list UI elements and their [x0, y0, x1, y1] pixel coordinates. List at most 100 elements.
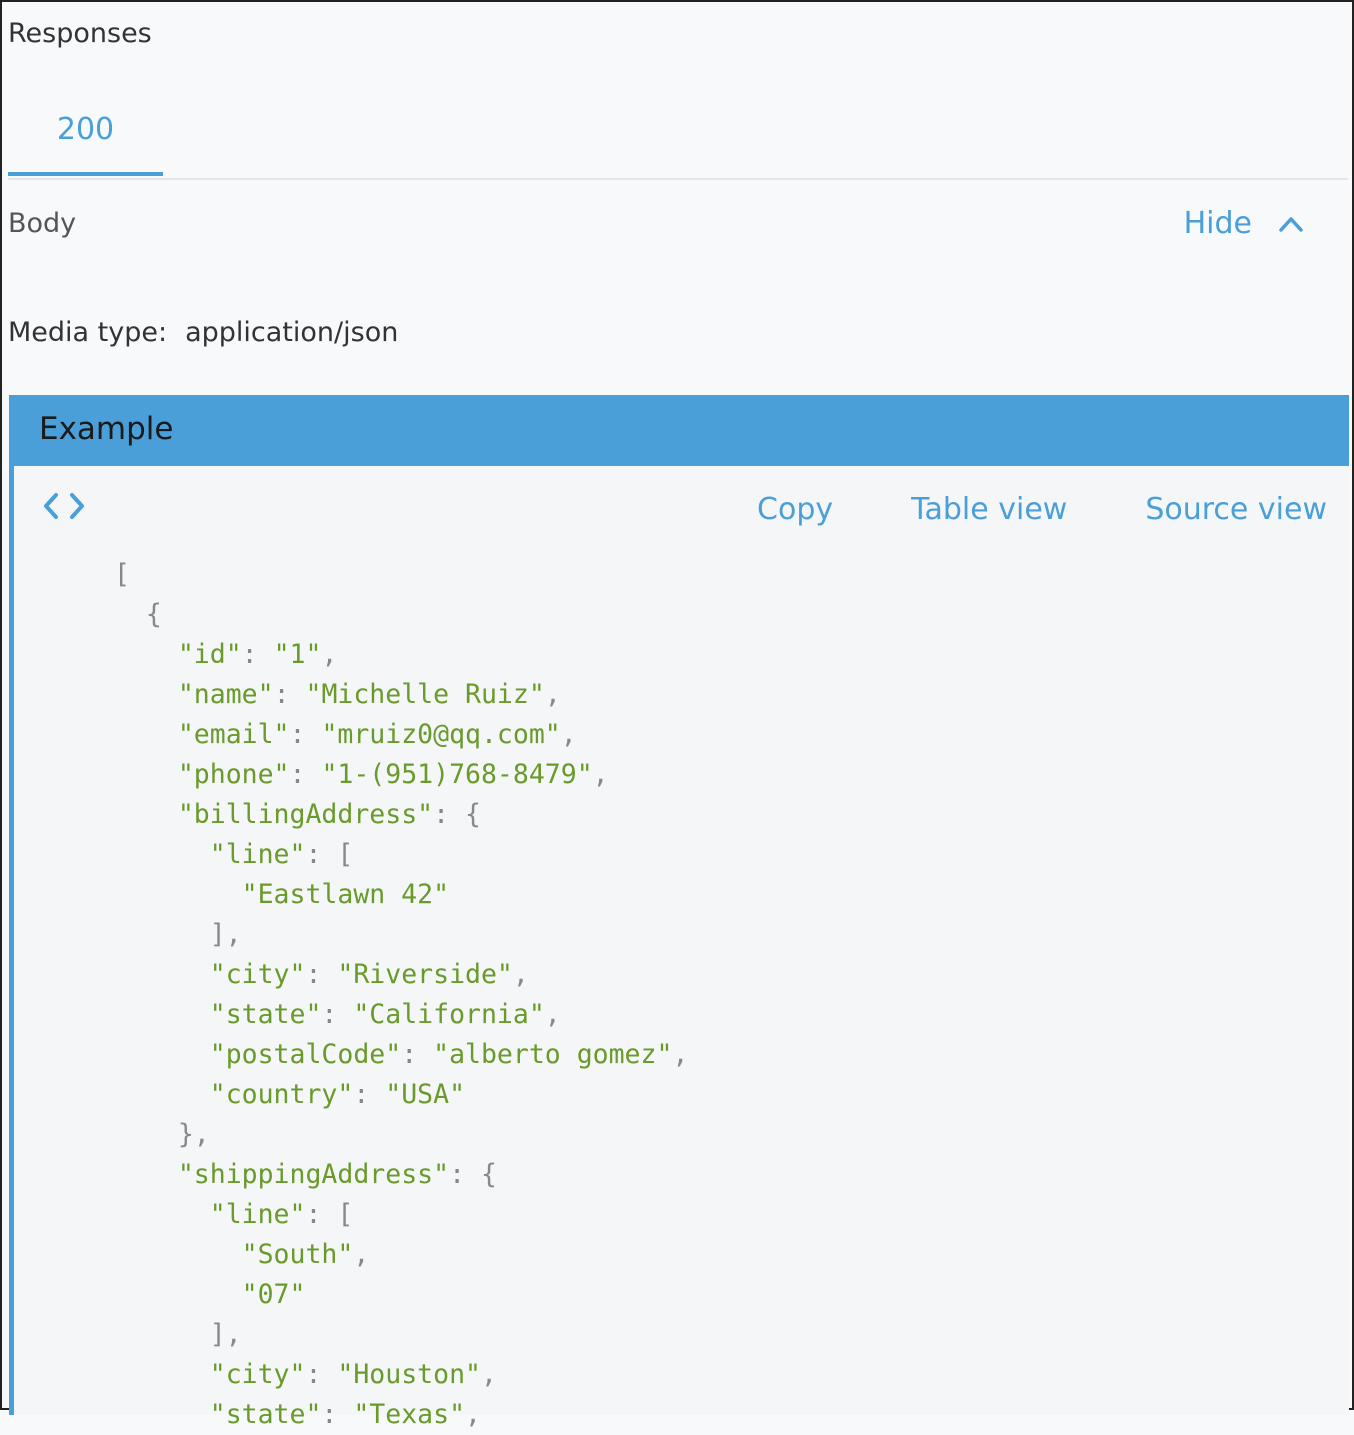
code-line: ],	[114, 1315, 688, 1355]
code-token-str: "mruiz0@qq.com"	[321, 719, 561, 750]
code-token-key: "shippingAddress"	[177, 1159, 450, 1190]
code-token-key: "phone"	[177, 759, 290, 790]
code-token-punc	[114, 1039, 210, 1070]
code-token-str: "Michelle Ruiz"	[305, 679, 545, 710]
code-token-key: "city"	[209, 959, 306, 990]
code-token-str: "Riverside"	[337, 959, 513, 990]
code-token-punc	[114, 1199, 210, 1230]
code-token-punc	[114, 679, 178, 710]
code-line: "postalCode": "alberto gomez",	[114, 1035, 689, 1075]
chevron-up-icon	[1279, 216, 1303, 232]
code-token-str: "Eastlawn 42"	[241, 879, 450, 910]
code-token-punc	[114, 759, 178, 790]
code-line: },	[114, 1115, 688, 1155]
code-token-key: "email"	[177, 719, 290, 750]
code-line: "Eastlawn 42"	[114, 875, 688, 915]
code-token-punc: ,	[592, 759, 609, 790]
code-token-punc: [	[114, 559, 130, 590]
code-line: "country": "USA"	[114, 1075, 688, 1115]
code-line: "07"	[114, 1275, 688, 1315]
code-token-punc: :	[321, 1399, 354, 1430]
code-token-key: "name"	[177, 679, 274, 710]
code-token-punc: ,	[321, 639, 338, 670]
code-line: "email": "mruiz0@qq.com",	[114, 715, 688, 755]
code-token-punc	[114, 799, 178, 830]
code-line: "city": "Riverside",	[114, 955, 688, 995]
code-line: "name": "Michelle Ruiz",	[114, 675, 688, 715]
table-view-button[interactable]: Table view	[911, 492, 1067, 527]
code-token-punc: :	[289, 719, 322, 750]
code-token-punc: ,	[353, 1239, 370, 1270]
code-token-str: "Texas"	[353, 1399, 466, 1430]
code-token-key: "postalCode"	[209, 1039, 402, 1070]
code-line: "line": [	[114, 1195, 688, 1235]
code-token-punc: ],	[114, 1319, 242, 1350]
code-token-punc: :	[353, 1079, 386, 1110]
json-code-block: [ { "id": "1", "name": "Michelle Ruiz", …	[114, 555, 688, 1435]
source-view-button[interactable]: Source view	[1145, 492, 1327, 527]
code-token-punc	[114, 879, 242, 910]
code-line: "state": "Texas",	[114, 1395, 688, 1435]
code-token-punc	[114, 1239, 242, 1270]
code-token-str: "California"	[353, 999, 545, 1030]
code-token-str: "Houston"	[337, 1359, 481, 1390]
code-token-punc: : {	[433, 799, 481, 830]
code-token-punc: :	[401, 1039, 434, 1070]
code-token-key: "country"	[209, 1079, 354, 1110]
code-brackets-icon[interactable]	[42, 491, 86, 521]
code-line: [	[114, 555, 688, 595]
body-label: Body	[8, 208, 77, 239]
example-panel: Example Copy Table view Source view [ { …	[9, 395, 1349, 1430]
code-token-key: "state"	[209, 1399, 322, 1430]
copy-button[interactable]: Copy	[757, 492, 833, 527]
code-token-punc	[114, 959, 210, 990]
code-token-punc: :	[305, 959, 338, 990]
code-token-punc	[114, 1279, 242, 1310]
code-line: "phone": "1-(951)768-8479",	[114, 755, 688, 795]
code-token-punc: : {	[449, 1159, 497, 1190]
code-line: "id": "1",	[114, 635, 688, 675]
code-token-punc: ,	[480, 1359, 497, 1390]
code-token-punc	[114, 1079, 210, 1110]
code-token-punc: ,	[672, 1039, 689, 1070]
media-type-label: Media type:	[8, 317, 168, 348]
code-token-punc: },	[114, 1119, 210, 1150]
code-token-punc	[114, 1399, 210, 1430]
example-header: Example	[9, 395, 1349, 466]
code-token-punc: : [	[305, 1199, 354, 1230]
code-token-key: "billingAddress"	[177, 799, 434, 830]
code-token-punc: :	[305, 1359, 338, 1390]
code-token-str: "1"	[273, 639, 322, 670]
code-token-punc	[114, 639, 178, 670]
code-token-punc: :	[241, 639, 274, 670]
tab-200[interactable]: 200	[8, 98, 163, 176]
code-token-key: "id"	[177, 639, 242, 670]
media-type-value: application/json	[185, 317, 399, 348]
example-toolbar: Copy Table view Source view	[757, 492, 1327, 527]
code-token-str: "07"	[241, 1279, 306, 1310]
code-token-punc	[114, 999, 210, 1030]
code-line: ],	[114, 915, 688, 955]
code-line: {	[114, 595, 688, 635]
code-token-punc	[114, 839, 210, 870]
code-line: "South",	[114, 1235, 688, 1275]
example-title: Example	[39, 411, 174, 447]
responses-title: Responses	[8, 18, 152, 49]
code-token-key: "state"	[209, 999, 322, 1030]
code-token-punc	[114, 1159, 178, 1190]
code-token-punc: ,	[512, 959, 529, 990]
code-token-punc: ,	[544, 679, 561, 710]
code-token-punc: ,	[560, 719, 577, 750]
code-token-str: "alberto gomez"	[433, 1039, 673, 1070]
code-token-punc: :	[289, 759, 322, 790]
code-token-punc: :	[321, 999, 354, 1030]
code-line: "shippingAddress": {	[114, 1155, 688, 1195]
code-token-str: "South"	[241, 1239, 354, 1270]
code-token-key: "line"	[209, 1199, 306, 1230]
code-line: "city": "Houston",	[114, 1355, 688, 1395]
code-token-punc: ,	[465, 1399, 481, 1430]
code-token-punc: ,	[544, 999, 561, 1030]
hide-label: Hide	[1183, 206, 1252, 241]
hide-body-toggle[interactable]: Hide	[1184, 206, 1304, 241]
response-tabs: 200	[8, 98, 1348, 180]
